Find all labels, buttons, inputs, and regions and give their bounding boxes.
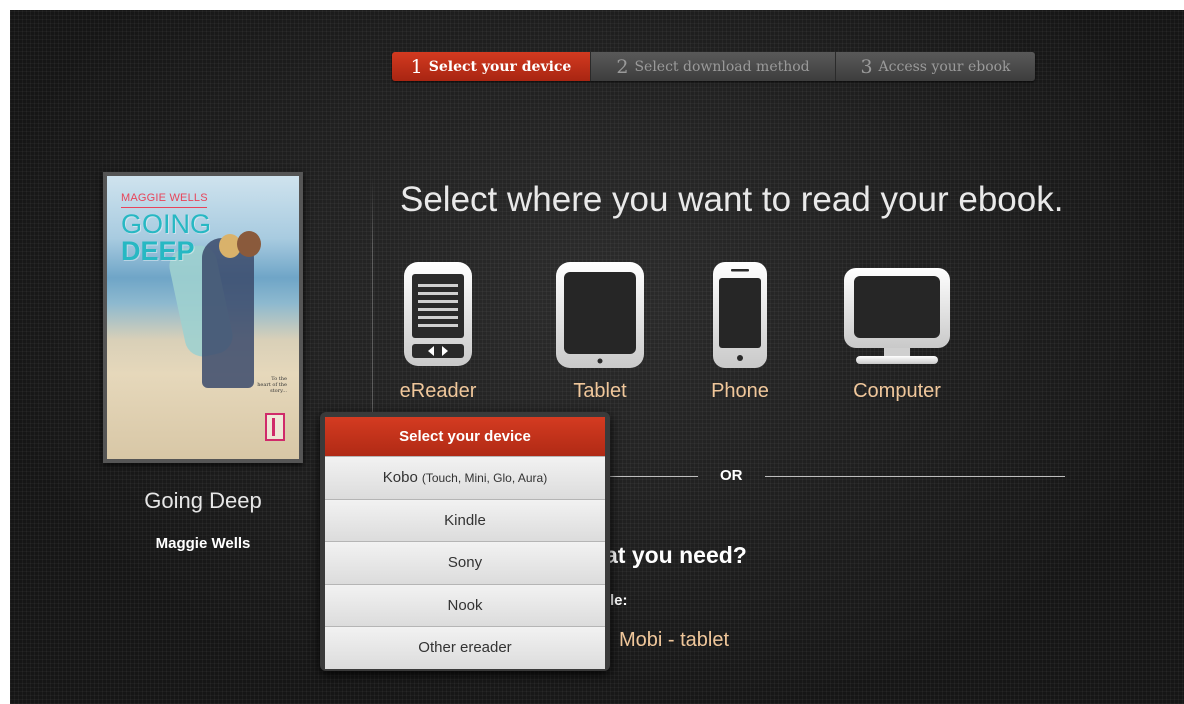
dropdown-item-other-ereader[interactable]: Other ereader — [325, 626, 605, 669]
dropdown-item-sub: (Touch, Mini, Glo, Aura) — [421, 470, 548, 485]
device-ereader-button[interactable]: eReader — [398, 260, 478, 403]
book-title: Going Deep — [144, 488, 262, 513]
step-download-method[interactable]: 2 Select download method — [590, 52, 835, 81]
app-window: 1 Select your device 2 Select download m… — [10, 10, 1184, 704]
device-tablet-button[interactable]: Tablet — [550, 260, 650, 403]
computer-icon — [844, 268, 950, 364]
or-separator: OR — [720, 467, 743, 484]
dropdown-item-sony[interactable]: Sony — [325, 541, 605, 584]
step-select-device[interactable]: 1 Select your device — [392, 52, 590, 81]
dropdown-item-label: Kindle — [444, 511, 486, 529]
cover-tagline: To the heart of the story... — [257, 376, 287, 394]
device-dropdown-menu: Select your device Kobo (Touch, Mini, Gl… — [320, 412, 610, 671]
device-label: Phone — [711, 380, 769, 402]
format-link[interactable]: Mobi - tablet — [619, 629, 729, 652]
step-access-ebook[interactable]: 3 Access your ebook — [835, 52, 1035, 81]
device-label: Tablet — [573, 380, 627, 402]
step-number: 1 — [410, 55, 423, 78]
or-divider-right — [765, 476, 1065, 477]
cover-title-line: GOING — [121, 209, 212, 239]
cover-figure — [237, 231, 261, 257]
cover-author: MAGGIE WELLS — [121, 192, 208, 204]
or-divider-left — [605, 476, 698, 477]
publisher-logo-icon — [265, 413, 285, 441]
book-author: Maggie Wells — [155, 535, 251, 552]
device-label: Computer — [853, 380, 941, 402]
dropdown-item-label: Nook — [447, 596, 483, 614]
cover-divider — [121, 207, 207, 208]
cover-title-line: DEEP — [121, 236, 195, 266]
ereader-icon — [404, 262, 472, 366]
dropdown-item-label: Other ereader — [418, 639, 512, 657]
step-label: Select your device — [428, 58, 572, 75]
book-cover: MAGGIE WELLS GOING DEEP To the heart of … — [103, 172, 303, 463]
dropdown-header: Select your device — [325, 417, 605, 456]
section-heading: at you need? — [605, 542, 747, 568]
page-heading: Select where you want to read your ebook… — [400, 180, 1064, 219]
step-label: Access your ebook — [878, 58, 1011, 75]
dropdown-item-nook[interactable]: Nook — [325, 583, 605, 626]
progress-steps: 1 Select your device 2 Select download m… — [392, 52, 1035, 81]
dropdown-item-label: Kobo — [382, 469, 418, 487]
dropdown-item-kobo[interactable]: Kobo (Touch, Mini, Glo, Aura) — [325, 456, 605, 499]
step-label: Select download method — [634, 58, 810, 75]
device-phone-button[interactable]: Phone — [705, 260, 775, 403]
dropdown-item-kindle[interactable]: Kindle — [325, 498, 605, 541]
device-computer-button[interactable]: Computer — [842, 260, 952, 403]
dropdown-item-label: Sony — [447, 554, 483, 572]
device-label: eReader — [399, 380, 477, 402]
step-number: 3 — [860, 55, 873, 78]
phone-icon — [713, 262, 767, 368]
cover-image: MAGGIE WELLS GOING DEEP To the heart of … — [107, 176, 299, 459]
step-number: 2 — [616, 55, 629, 78]
tablet-icon — [556, 262, 644, 368]
cover-title: GOING DEEP — [121, 211, 211, 265]
